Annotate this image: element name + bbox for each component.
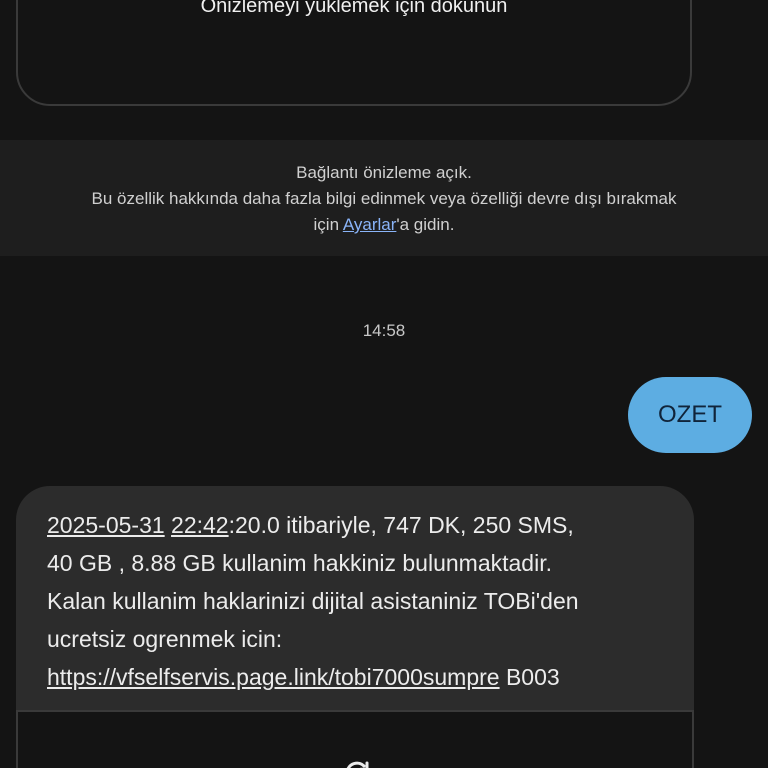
notice-line-1: Bağlantı önizleme açık. <box>296 163 472 182</box>
received-message-text: 2025-05-31 22:42:20.0 itibariyle, 747 DK… <box>47 506 668 696</box>
message-line-2: 40 GB , 8.88 GB kullanim hakkiniz bulunm… <box>47 550 552 576</box>
url-link[interactable]: https://vfselfservis.page.link/tobi7000s… <box>47 664 500 690</box>
link-preview-notice: Bağlantı önizleme açık. Bu özellik hakkı… <box>0 140 768 256</box>
date-link[interactable]: 2025-05-31 <box>47 512 165 538</box>
message-line-1: 2025-05-31 22:42:20.0 itibariyle, 747 DK… <box>47 506 668 544</box>
link-preview-card-bottom[interactable] <box>16 710 694 768</box>
message-timestamp: 14:58 <box>362 321 406 340</box>
notice-line-2: Bu özellik hakkında daha fazla bilgi edi… <box>91 189 677 208</box>
notice-line-3-prefix: için <box>313 215 343 234</box>
sent-message-bubble[interactable]: OZET <box>628 377 752 453</box>
notice-line-3-suffix: 'a gidin. <box>396 215 455 234</box>
received-message-bubble[interactable]: 2025-05-31 22:42:20.0 itibariyle, 747 DK… <box>16 486 694 768</box>
time-link[interactable]: 22:42 <box>171 512 229 538</box>
notice-text: Bağlantı önizleme açık. Bu özellik hakkı… <box>0 160 768 238</box>
notice-line-3: için Ayarlar'a gidin. <box>0 212 768 238</box>
message-line-3: Kalan kullanim haklarinizi dijital asist… <box>47 588 579 614</box>
reload-icon <box>346 761 369 768</box>
preview-tap-label[interactable]: Önizlemeyi yüklemek için dokunun <box>18 0 690 18</box>
link-preview-card-top[interactable]: Önizlemeyi yüklemek için dokunun <box>16 0 692 106</box>
settings-link[interactable]: Ayarlar <box>343 215 397 234</box>
message-line-5: https://vfselfservis.page.link/tobi7000s… <box>47 658 668 696</box>
message-line-1-rest: :20.0 itibariyle, 747 DK, 250 SMS, <box>228 512 574 538</box>
message-line-4: ucretsiz ogrenmek icin: <box>47 626 283 652</box>
message-code: B003 <box>505 664 560 690</box>
